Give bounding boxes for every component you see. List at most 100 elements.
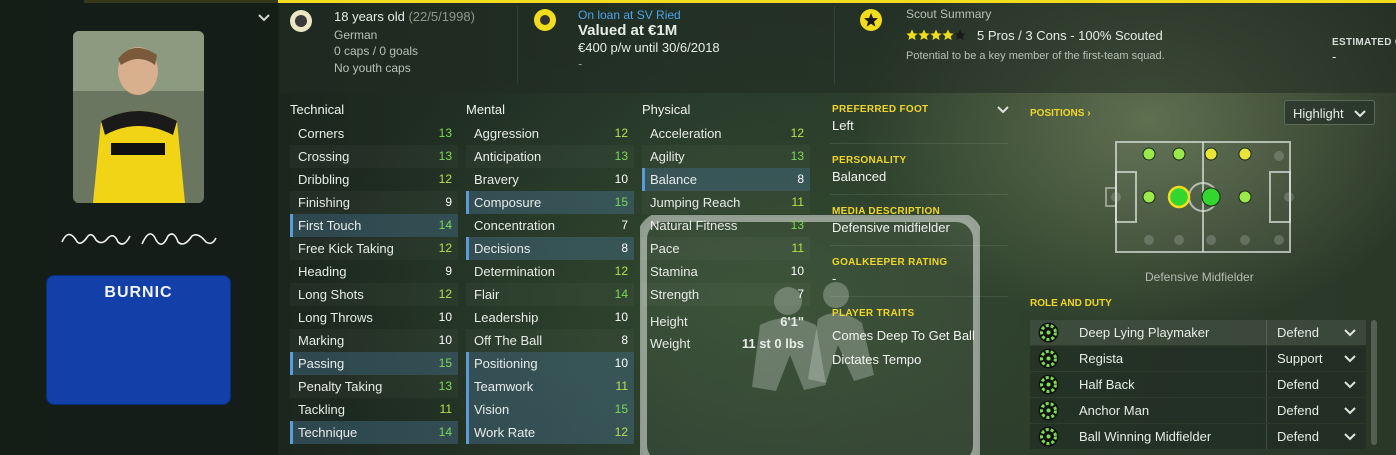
attribute-row[interactable]: Dribbling 12 xyxy=(290,168,458,191)
attribute-value: 11 xyxy=(439,402,452,416)
shirt-name-plate: BURNIC xyxy=(46,275,231,405)
attribute-row[interactable]: Aggression 12 xyxy=(466,122,634,145)
role-row[interactable]: Anchor Man Defend xyxy=(1030,398,1366,423)
attribute-value: 10 xyxy=(438,333,452,347)
attribute-row[interactable]: Leadership 10 xyxy=(466,306,634,329)
attribute-label: Tackling xyxy=(298,402,345,417)
highlight-marker xyxy=(642,168,645,191)
age-info: 18 years old (22/5/1998) German 0 caps /… xyxy=(288,0,516,90)
attribute-row[interactable]: Corners 13 xyxy=(290,122,458,145)
attribute-label: Finishing xyxy=(298,195,351,210)
attribute-row[interactable]: Long Throws 10 xyxy=(290,306,458,329)
highlight-dropdown[interactable]: Highlight xyxy=(1284,100,1375,125)
attribute-row[interactable]: Acceleration 12 xyxy=(642,122,810,145)
attribute-value: 15 xyxy=(438,356,452,370)
role-name: Anchor Man xyxy=(1079,403,1150,418)
role-list-scrollbar[interactable] xyxy=(1371,320,1377,445)
selected-position-label: Defensive Midfielder xyxy=(1145,270,1254,284)
attribute-label: Determination xyxy=(474,264,555,279)
role-suitability-icon xyxy=(1038,400,1059,421)
flag-icon xyxy=(290,10,312,32)
highlight-marker xyxy=(466,352,469,375)
chevron-down-icon xyxy=(1344,433,1356,441)
attribute-row[interactable]: Technique 14 xyxy=(290,421,458,444)
attribute-row[interactable]: Stamina 10 xyxy=(642,260,810,283)
attribute-row[interactable]: Natural Fitness 13 xyxy=(642,214,810,237)
attribute-row[interactable]: Heading 9 xyxy=(290,260,458,283)
highlight-marker xyxy=(466,398,469,421)
attribute-row[interactable]: Jumping Reach 11 xyxy=(642,191,810,214)
role-name: Deep Lying Playmaker xyxy=(1079,325,1210,340)
attribute-row[interactable]: Composure 15 xyxy=(466,191,634,214)
attribute-row[interactable]: Positioning 10 xyxy=(466,352,634,375)
attribute-value: 12 xyxy=(438,287,452,301)
attribute-label: Free Kick Taking xyxy=(298,241,394,256)
attribute-row[interactable]: Strength 7 xyxy=(642,283,810,306)
height-row: Height 6'1" xyxy=(642,310,810,333)
attribute-value: 12 xyxy=(438,172,452,186)
role-row[interactable]: Ball Winning Midfielder Defend xyxy=(1030,424,1366,449)
attribute-row[interactable]: Bravery 10 xyxy=(466,168,634,191)
highlight-marker xyxy=(466,191,469,214)
value-text: Valued at €1M xyxy=(578,22,678,39)
attribute-value: 13 xyxy=(790,149,804,163)
attribute-value: 9 xyxy=(445,264,452,278)
role-suitability-icon xyxy=(1038,374,1059,395)
attribute-row[interactable]: Off The Ball 8 xyxy=(466,329,634,352)
highlight-marker xyxy=(290,421,293,444)
highlight-marker xyxy=(290,352,293,375)
attribute-row[interactable]: Decisions 8 xyxy=(466,237,634,260)
contract-info: On loan at SV Ried Valued at €1M €400 p/… xyxy=(532,0,832,90)
attribute-row[interactable]: Marking 10 xyxy=(290,329,458,352)
nationality-text: German xyxy=(334,28,378,42)
role-row[interactable]: Regista Support xyxy=(1030,346,1366,371)
attribute-value: 12 xyxy=(790,126,804,140)
attribute-row[interactable]: Penalty Taking 13 xyxy=(290,375,458,398)
attribute-label: Dribbling xyxy=(298,172,350,187)
attribute-row[interactable]: First Touch 14 xyxy=(290,214,458,237)
attribute-label: First Touch xyxy=(298,218,362,233)
attribute-value: 15 xyxy=(614,195,628,209)
loan-link[interactable]: On loan at SV Ried xyxy=(578,8,681,22)
attribute-label: Positioning xyxy=(474,356,538,371)
attribute-row[interactable]: Crossing 13 xyxy=(290,145,458,168)
scout-summary[interactable]: Scout Summary 5 Pros / 3 Cons - 100% Sco… xyxy=(860,0,1190,90)
attribute-label: Natural Fitness xyxy=(650,218,738,233)
attribute-row[interactable]: Balance 8 xyxy=(642,168,810,191)
attribute-row[interactable]: Pace 11 xyxy=(642,237,810,260)
dob-text: (22/5/1998) xyxy=(408,9,475,24)
duty-dropdown[interactable]: Defend xyxy=(1266,372,1366,397)
duty-dropdown[interactable]: Defend xyxy=(1266,320,1366,345)
role-row[interactable]: Deep Lying Playmaker Defend xyxy=(1030,320,1366,345)
technical-header: Technical xyxy=(290,102,345,117)
attribute-label: Strength xyxy=(650,287,700,302)
attribute-row[interactable]: Anticipation 13 xyxy=(466,145,634,168)
attribute-row[interactable]: Agility 13 xyxy=(642,145,810,168)
duty-dropdown[interactable]: Support xyxy=(1266,346,1366,371)
details-chevron-icon[interactable] xyxy=(997,105,1009,115)
attribute-row[interactable]: Passing 15 xyxy=(290,352,458,375)
duty-dropdown[interactable]: Defend xyxy=(1266,424,1366,449)
star-icon xyxy=(930,29,942,40)
player-trait: Comes Deep To Get Ball xyxy=(832,328,975,343)
star-icon xyxy=(954,29,966,40)
positions-header-link[interactable]: POSITIONS › xyxy=(1030,108,1091,119)
chevron-down-icon xyxy=(1344,407,1356,415)
attribute-row[interactable]: Flair 14 xyxy=(466,283,634,306)
attribute-row[interactable]: Long Shots 12 xyxy=(290,283,458,306)
attribute-row[interactable]: Teamwork 11 xyxy=(466,375,634,398)
role-row[interactable]: Half Back Defend xyxy=(1030,372,1366,397)
attribute-label: Technique xyxy=(298,425,358,440)
duty-dropdown[interactable]: Defend xyxy=(1266,398,1366,423)
collapse-chevron-icon[interactable] xyxy=(257,12,271,24)
attribute-row[interactable]: Work Rate 12 xyxy=(466,421,634,444)
attribute-row[interactable]: Vision 15 xyxy=(466,398,634,421)
attribute-value: 8 xyxy=(797,172,804,186)
attribute-label: Aggression xyxy=(474,126,540,141)
attribute-row[interactable]: Finishing 9 xyxy=(290,191,458,214)
attribute-row[interactable]: Free Kick Taking 12 xyxy=(290,237,458,260)
attribute-row[interactable]: Determination 12 xyxy=(466,260,634,283)
signature-image xyxy=(61,233,217,245)
attribute-row[interactable]: Tackling 11 xyxy=(290,398,458,421)
attribute-row[interactable]: Concentration 7 xyxy=(466,214,634,237)
